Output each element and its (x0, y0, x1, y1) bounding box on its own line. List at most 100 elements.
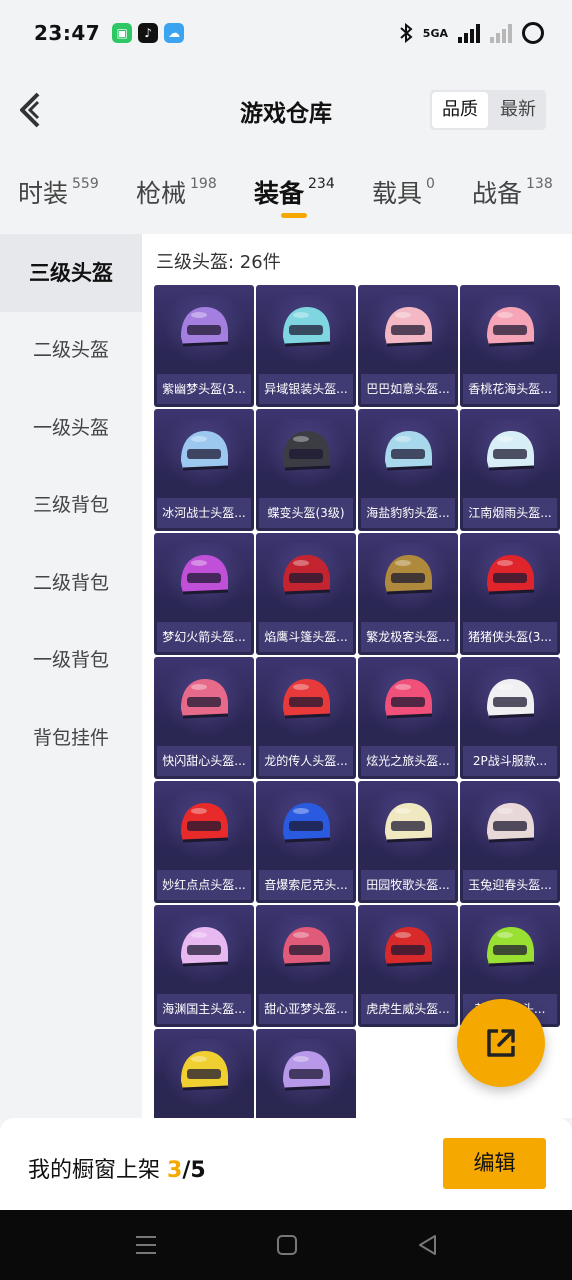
recents-menu-icon[interactable] (133, 1232, 159, 1258)
sort-toggle: 品质 最新 (430, 90, 546, 130)
helmet-icon (385, 803, 433, 843)
item-card-name: 香桃花海头盔... (463, 374, 557, 404)
item-card[interactable]: 异域银装头盔... (256, 285, 356, 407)
bluetooth-icon (400, 23, 413, 43)
helmet-icon (487, 307, 535, 347)
tab-count: 198 (190, 176, 217, 192)
sidebar-item-level2-helmet[interactable]: 二级头盔 (0, 312, 142, 390)
tab-count: 0 (426, 176, 435, 192)
share-button[interactable] (457, 999, 545, 1087)
helmet-icon (283, 927, 331, 967)
item-card[interactable]: 海盐豹豹头盔... (358, 409, 458, 531)
item-card-name: 妙红点点头盔... (157, 870, 251, 900)
item-card-name: 紫幽梦头盔(3... (157, 374, 251, 404)
item-card-name: 甜心亚梦头盔... (259, 994, 353, 1024)
signal-strength-sim2-icon (490, 23, 512, 43)
item-card-name: 繁龙极客头盔... (361, 622, 455, 652)
item-card[interactable]: 音爆索尼克头... (256, 781, 356, 903)
tab-count: 138 (526, 176, 553, 192)
home-icon[interactable] (274, 1232, 300, 1258)
tab-count: 234 (308, 176, 335, 192)
item-card[interactable]: 梦幻火箭头盔... (154, 533, 254, 655)
item-card[interactable]: 田园牧歌头盔... (358, 781, 458, 903)
item-card[interactable]: 甜心亚梦头盔... (256, 905, 356, 1027)
helmet-icon (181, 1051, 229, 1091)
item-card[interactable]: 江南烟雨头盔... (460, 409, 560, 531)
header: 游戏仓库 品质 最新 (0, 66, 572, 154)
helmet-icon (385, 555, 433, 595)
item-card[interactable]: 虎虎生威头盔... (358, 905, 458, 1027)
item-card[interactable]: 炫光之旅头盔... (358, 657, 458, 779)
item-card-name: 焰鹰斗篷头盔... (259, 622, 353, 652)
helmet-icon (487, 431, 535, 471)
item-card[interactable]: 繁龙极客头盔... (358, 533, 458, 655)
item-card-name: 音爆索尼克头... (259, 870, 353, 900)
tab-count: 559 (72, 176, 99, 192)
helmet-icon (385, 927, 433, 967)
item-card[interactable]: 紫幽梦头盔(3... (154, 285, 254, 407)
helmet-icon (181, 307, 229, 347)
item-grid: 紫幽梦头盔(3... 异域银装头盔... 巴巴如意头盔... 香桃花海头盔... 冰河战… (154, 285, 560, 1118)
tab-label: 装备 (254, 179, 305, 208)
tab-label: 枪械 (136, 179, 187, 208)
section-heading: 三级头盔: 26件 (156, 252, 281, 273)
system-nav-bar (0, 1210, 572, 1280)
battery-ring-icon (522, 22, 544, 44)
helmet-icon (487, 679, 535, 719)
tab-weapons[interactable]: 枪械 198 (136, 174, 217, 210)
sidebar-item-level3-backpack[interactable]: 三级背包 (0, 467, 142, 545)
sidebar-item-level2-backpack[interactable]: 二级背包 (0, 545, 142, 623)
item-card-name: 海渊国主头盔... (157, 994, 251, 1024)
item-card-name: 田园牧歌头盔... (361, 870, 455, 900)
item-card[interactable]: 龙的传人头盔... (256, 657, 356, 779)
sidebar-item-backpack-charm[interactable]: 背包挂件 (0, 700, 142, 778)
item-card-name: 巴巴如意头盔... (361, 374, 455, 404)
helmet-icon (487, 803, 535, 843)
item-card[interactable]: 巴巴如意头盔... (358, 285, 458, 407)
showcase-status: 我的橱窗上架 3/5 (28, 1152, 206, 1184)
helmet-icon (181, 927, 229, 967)
item-card-name: 龙的传人头盔... (259, 746, 353, 776)
item-card-name: 蝶变头盔(3级) (259, 498, 353, 528)
tab-label: 时装 (18, 179, 69, 208)
tab-supplies[interactable]: 战备 138 (472, 174, 553, 210)
sidebar-item-level1-backpack[interactable]: 一级背包 (0, 622, 142, 700)
helmet-icon (181, 431, 229, 471)
helmet-icon (283, 555, 331, 595)
helmet-icon (283, 1051, 331, 1091)
status-indicators: 5GA (399, 22, 544, 44)
tab-vehicles[interactable]: 载具 0 (372, 174, 435, 210)
tiktok-icon: ♪ (138, 23, 159, 43)
item-card-name: 异域银装头盔... (259, 374, 353, 404)
item-card[interactable]: 猪猪侠头盔(3... (460, 533, 560, 655)
network-type-label: 5GA (422, 26, 448, 40)
sidebar-item-level1-helmet[interactable]: 一级头盔 (0, 390, 142, 468)
item-card[interactable] (154, 1029, 254, 1118)
tab-outfits[interactable]: 时装 559 (18, 174, 99, 210)
item-card[interactable]: 蝶变头盔(3级) (256, 409, 356, 531)
showcase-count: 3 (167, 1158, 183, 1183)
item-card[interactable]: 海渊国主头盔... (154, 905, 254, 1027)
sidebar-item-level3-helmet[interactable]: 三级头盔 (0, 234, 142, 312)
item-card-name: 玉兔迎春头盔... (463, 870, 557, 900)
item-card-name: 快闪甜心头盔... (157, 746, 251, 776)
item-card[interactable]: 香桃花海头盔... (460, 285, 560, 407)
edit-button[interactable]: 编辑 (443, 1138, 546, 1189)
status-time: 23:47 (34, 21, 101, 45)
item-card-name: 虎虎生威头盔... (361, 994, 455, 1024)
subcategory-sidebar: 三级头盔 二级头盔 一级头盔 三级背包 二级背包 一级背包 背包挂件 (0, 234, 142, 1118)
item-card[interactable]: 2P战斗服款... (460, 657, 560, 779)
item-card[interactable]: 玉兔迎春头盔... (460, 781, 560, 903)
item-card[interactable] (256, 1029, 356, 1118)
weather-icon: ☁ (164, 23, 185, 43)
sort-latest-button[interactable]: 最新 (490, 90, 546, 130)
back-triangle-icon[interactable] (415, 1232, 441, 1258)
signal-strength-icon (458, 23, 480, 43)
showcase-label: 我的橱窗上架 (28, 1158, 161, 1183)
item-card[interactable]: 妙红点点头盔... (154, 781, 254, 903)
item-card[interactable]: 快闪甜心头盔... (154, 657, 254, 779)
item-card[interactable]: 冰河战士头盔... (154, 409, 254, 531)
tab-equipment[interactable]: 装备 234 (254, 174, 335, 210)
sort-quality-button[interactable]: 品质 (432, 92, 488, 128)
item-card[interactable]: 焰鹰斗篷头盔... (256, 533, 356, 655)
